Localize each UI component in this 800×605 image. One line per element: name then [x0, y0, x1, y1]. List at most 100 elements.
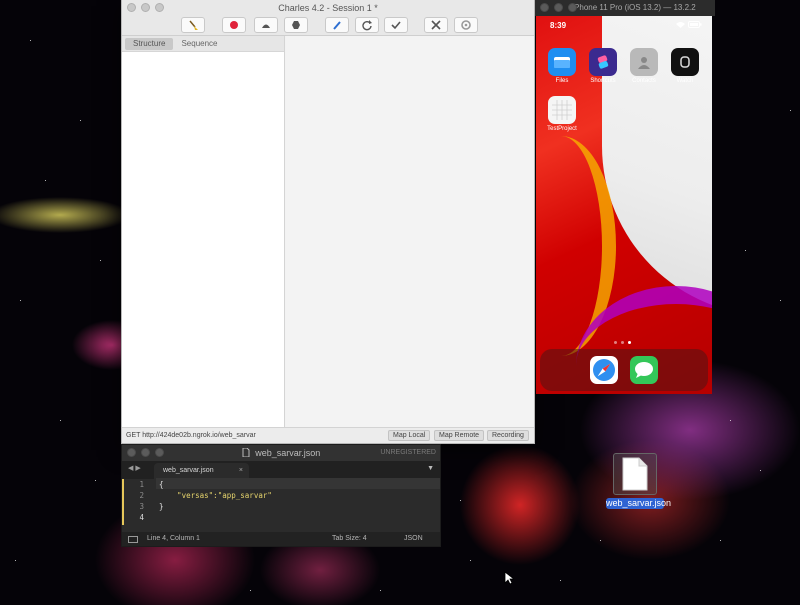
- sublime-title: web_sarvar.json: [255, 448, 321, 458]
- map-local-button[interactable]: Map Local: [388, 430, 431, 441]
- validate-icon: [391, 21, 401, 30]
- compose-button[interactable]: [325, 17, 349, 33]
- status-request-text: GET http://424de02b.ngrok.io/web_sarvar: [126, 432, 256, 439]
- throttle-button[interactable]: [254, 17, 278, 33]
- sim-zoom-button[interactable]: [568, 3, 577, 12]
- unregistered-label: UNREGISTERED: [380, 449, 436, 456]
- line-number: 1: [139, 480, 144, 489]
- settings-icon: [461, 20, 471, 30]
- syntax-mode[interactable]: JSON: [404, 532, 423, 546]
- view-tabs: Structure Sequence: [122, 36, 284, 52]
- sublime-tabbar: ◀ ▶ web_sarvar.json × ▼: [122, 461, 440, 479]
- app-testproject[interactable]: TestProject: [544, 96, 580, 132]
- files-app-icon: [548, 48, 576, 76]
- minimize-button[interactable]: [141, 3, 150, 12]
- cursor-position: Line 4, Column 1: [147, 535, 200, 542]
- app-contacts[interactable]: Contacts: [626, 48, 662, 84]
- line-number: 4: [139, 513, 144, 522]
- close-tab-icon[interactable]: ×: [239, 463, 243, 479]
- structure-panel: Structure Sequence: [122, 36, 285, 427]
- tools-button[interactable]: [424, 17, 448, 33]
- line-number: 2: [139, 491, 144, 500]
- simulator-window-controls: [540, 3, 577, 12]
- charles-toolbar: [122, 16, 534, 36]
- sublime-zoom-button[interactable]: [155, 448, 164, 457]
- app-shortcuts[interactable]: Shortcuts: [585, 48, 621, 84]
- settings-button[interactable]: [454, 17, 478, 33]
- charles-body: Structure Sequence: [122, 36, 534, 427]
- sublime-window-controls: [127, 448, 164, 457]
- code-line: {: [159, 480, 164, 489]
- contacts-app-icon: [630, 48, 658, 76]
- console-toggle-icon[interactable]: [128, 536, 138, 543]
- tab-sequence[interactable]: Sequence: [173, 38, 225, 50]
- clear-session-button[interactable]: [181, 17, 205, 33]
- detail-panel: [286, 36, 534, 427]
- sim-minimize-button[interactable]: [554, 3, 563, 12]
- document-icon: [622, 457, 648, 491]
- app-label: Shortcuts: [590, 78, 616, 84]
- desktop-file-label[interactable]: web_sarvar.json: [606, 498, 671, 509]
- breakpoint-icon: [292, 21, 300, 29]
- ios-statusbar: 8:39: [536, 19, 712, 33]
- tab-dropdown-icon[interactable]: ▼: [427, 465, 434, 472]
- throttle-icon: [262, 24, 270, 28]
- close-button[interactable]: [127, 3, 136, 12]
- line-gutter: 1 2 3 4: [122, 479, 156, 525]
- shortcuts-app-icon: [589, 48, 617, 76]
- broom-icon: [189, 20, 198, 30]
- map-remote-button[interactable]: Map Remote: [434, 430, 485, 441]
- zoom-button[interactable]: [155, 3, 164, 12]
- app-label: Watch: [676, 78, 694, 84]
- app-files[interactable]: Files: [544, 48, 580, 84]
- sublime-close-button[interactable]: [127, 448, 136, 457]
- charles-titlebar: Charles 4.2 - Session 1 *: [122, 0, 534, 16]
- breakpoints-button[interactable]: [284, 17, 308, 33]
- sublime-titlebar: web_sarvar.json UNREGISTERED: [122, 445, 440, 461]
- sublime-window: web_sarvar.json UNREGISTERED ◀ ▶ web_sar…: [121, 444, 441, 547]
- repeat-icon: [362, 20, 372, 31]
- tab-size[interactable]: Tab Size: 4: [332, 532, 367, 546]
- charles-window: Charles 4.2 - Session 1 * Structure Sequ…: [121, 0, 535, 444]
- record-button[interactable]: [222, 17, 246, 33]
- app-watch[interactable]: Watch: [667, 48, 703, 84]
- tab-structure[interactable]: Structure: [125, 38, 174, 50]
- wifi-icon: [676, 22, 685, 28]
- sublime-statusbar: Line 4, Column 1 Tab Size: 4 JSON: [122, 532, 440, 546]
- battery-icon: [688, 21, 702, 28]
- tools-icon: [431, 20, 441, 30]
- record-icon: [230, 21, 238, 29]
- app-label: Files: [555, 78, 569, 84]
- validate-button[interactable]: [384, 17, 408, 33]
- safari-app-icon[interactable]: [590, 356, 618, 384]
- page-indicator: [614, 341, 631, 344]
- repeat-button[interactable]: [355, 17, 379, 33]
- code-content: { "versas":"app_sarvar" }: [159, 479, 272, 523]
- code-editor[interactable]: 1 2 3 4 { "versas":"app_sarvar" }: [122, 479, 440, 529]
- tab-nav-arrows-icon[interactable]: ◀ ▶: [128, 464, 141, 472]
- code-line: "versas":"app_sarvar": [159, 491, 272, 500]
- line-number: 3: [139, 502, 144, 511]
- charles-title: Charles 4.2 - Session 1 *: [278, 3, 378, 13]
- simulator-titlebar: iPhone 11 Pro (iOS 13.2) — 13.2.2: [535, 0, 715, 16]
- tab-label: web_sarvar.json: [163, 467, 214, 474]
- desktop-file-icon[interactable]: [613, 453, 657, 495]
- mouse-cursor-icon: [504, 571, 514, 585]
- code-line: }: [159, 502, 164, 511]
- charles-statusbar: GET http://424de02b.ngrok.io/web_sarvar …: [122, 427, 534, 443]
- ios-time: 8:39: [550, 21, 567, 30]
- sublime-minimize-button[interactable]: [141, 448, 150, 457]
- app-label: TestProject: [547, 126, 577, 132]
- recording-button[interactable]: Recording: [487, 430, 529, 441]
- tab-web-sarvar[interactable]: web_sarvar.json ×: [154, 463, 249, 479]
- app-label: Contacts: [632, 78, 656, 84]
- messages-app-icon[interactable]: [630, 356, 658, 384]
- watch-app-icon: [671, 48, 699, 76]
- sim-close-button[interactable]: [540, 3, 549, 12]
- ios-dock: [540, 349, 708, 391]
- compose-icon: [333, 21, 341, 30]
- file-icon: [242, 447, 250, 458]
- iphone-screen[interactable]: 8:39 Files Shortcuts Contacts Watch Test: [536, 16, 712, 394]
- testproject-app-icon: [548, 96, 576, 124]
